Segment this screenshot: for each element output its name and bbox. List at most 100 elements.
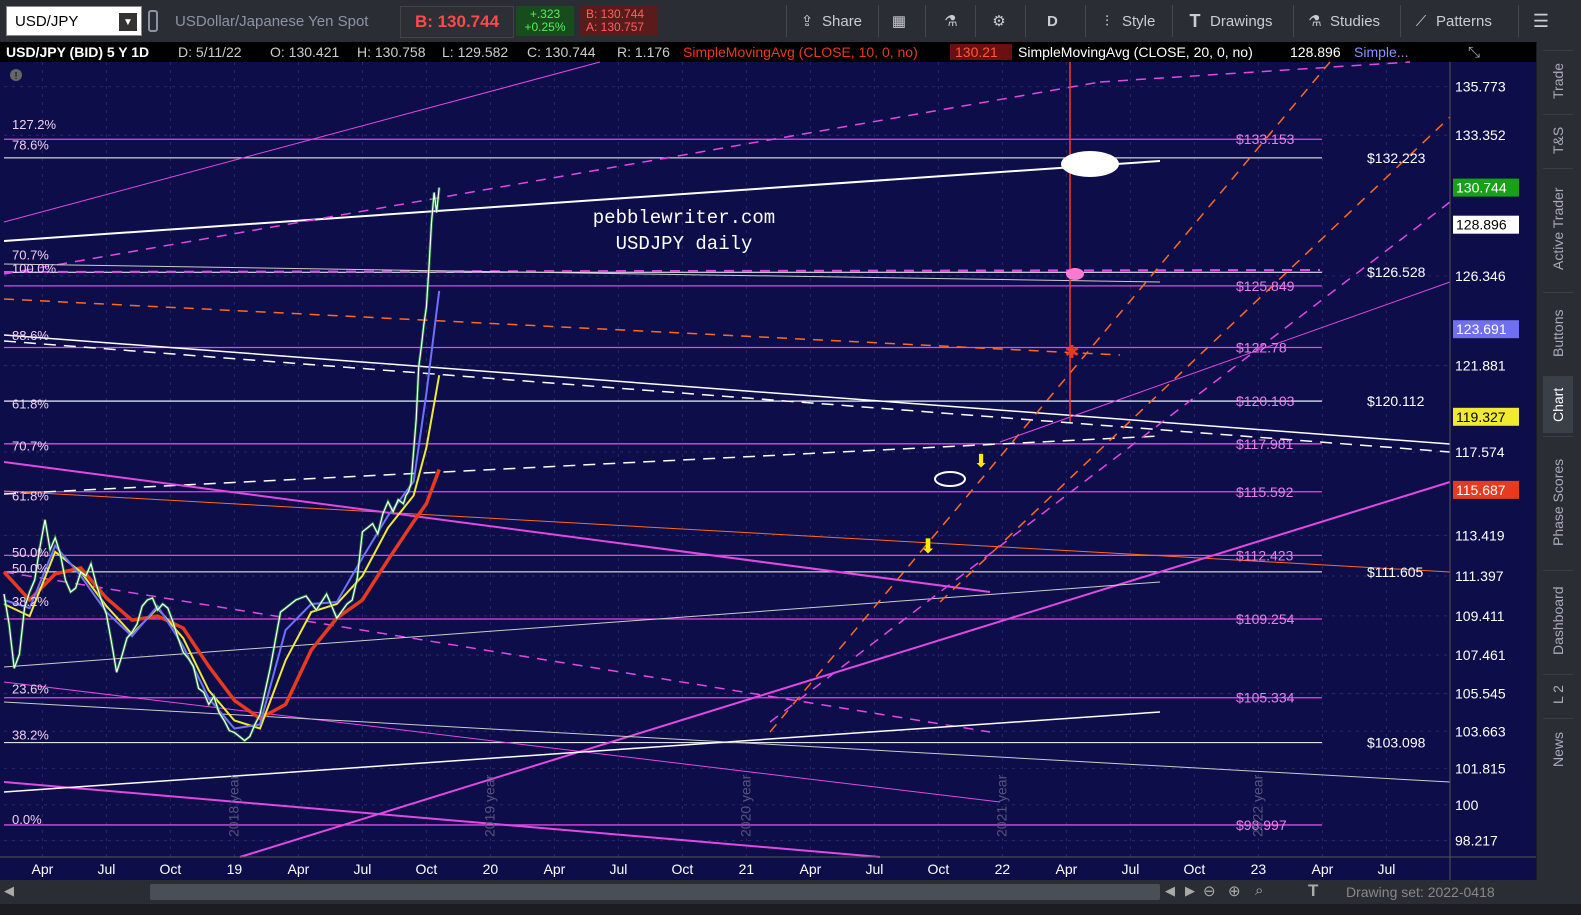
tab-news[interactable]: News	[1543, 718, 1573, 779]
fib-label: 78.6%	[12, 137, 49, 152]
x-tick-label: Apr	[1312, 861, 1334, 877]
level-label: $105.334	[1236, 690, 1295, 706]
price-chart[interactable]: $133.153 $132.223 $126.528 $125.849 $122.78 $…	[0, 42, 1536, 880]
level-label: $126.528	[1367, 264, 1426, 280]
level-label: $125.849	[1236, 278, 1295, 294]
x-tick-label: Apr	[544, 861, 566, 877]
fib-label: 61.8%	[12, 489, 49, 504]
x-tick-label: Jul	[1377, 861, 1395, 877]
x-tick-label: Apr	[32, 861, 54, 877]
more-studies-label[interactable]: Simple...	[1354, 44, 1408, 60]
drawings-button[interactable]: T Drawings	[1186, 6, 1273, 36]
tab-time-and-sales[interactable]: T&S	[1543, 114, 1573, 165]
price-badge-label: 128.896	[1456, 217, 1507, 233]
trendline	[3, 571, 991, 733]
share-button[interactable]: ⇪ Share	[798, 6, 862, 36]
x-tick-label: 22	[995, 861, 1011, 877]
white-ellipse-marker	[934, 471, 966, 487]
settings-button[interactable]: ⚙	[990, 6, 1014, 36]
scroll-thumb[interactable]	[150, 884, 1160, 900]
x-tick-label: Oct	[416, 861, 438, 877]
fib-label: 88.6%	[12, 328, 49, 343]
side-tabs: Trade T&S Active Trader Buttons Chart Ph…	[1537, 42, 1581, 880]
tab-buttons[interactable]: Buttons	[1543, 292, 1573, 373]
tab-active-trader[interactable]: Active Trader	[1543, 168, 1573, 289]
flask-button[interactable]: ⚗	[942, 6, 966, 36]
x-tick-label: Oct	[672, 861, 694, 877]
level-label: $103.098	[1367, 735, 1426, 751]
price-badge-label: 130.744	[1456, 180, 1507, 196]
year-marker: 2019 year	[481, 774, 497, 837]
y-tick-label: 111.397	[1455, 568, 1504, 584]
x-tick-label: Jul	[353, 861, 371, 877]
trendline	[3, 461, 991, 593]
style-button[interactable]: ⫶ Style	[1098, 6, 1155, 36]
x-tick-label: Oct	[160, 861, 182, 877]
zoom-out-time-icon[interactable]: ⊖	[1203, 882, 1216, 900]
grid-lines	[4, 62, 1450, 857]
chart-area[interactable]: $133.153 $132.223 $126.528 $125.849 $122.78 $…	[0, 42, 1536, 880]
trendline	[3, 61, 601, 223]
studies-button[interactable]: ⚗ Studies	[1306, 6, 1380, 36]
horizontal-scrollbar[interactable]: ◀ ◀ ▶ ⊖ ⊕ ⌕ T Drawing set: 2022-0418	[0, 880, 1581, 904]
watermark-line-2: USDJPY daily	[616, 233, 753, 255]
zoom-icon[interactable]: ⌕	[1255, 882, 1263, 899]
header-open: O: 130.421	[270, 44, 339, 60]
y-tick-label: 105.545	[1455, 685, 1506, 701]
level-label: $120.103	[1236, 393, 1295, 409]
x-tick-label: 21	[739, 861, 755, 877]
scroll-left-small-icon[interactable]: ◀	[1165, 883, 1175, 899]
drawings-label: Drawings	[1210, 12, 1273, 30]
yellow-arrow-down-icon: ⬇	[973, 451, 988, 471]
collapse-icon[interactable]: ⤡	[1468, 44, 1480, 61]
fib-label: 70.7%	[12, 438, 49, 453]
price-badge-label: 123.691	[1456, 321, 1507, 337]
tab-dashboard[interactable]: Dashboard	[1543, 570, 1573, 671]
symbol-text: USD/JPY	[15, 12, 79, 30]
level-label: $111.605	[1367, 564, 1424, 580]
tab-level-2[interactable]: L 2	[1543, 674, 1573, 715]
x-tick-label: Apr	[1056, 861, 1078, 877]
price-badge-label: 115.687	[1456, 482, 1506, 498]
change-badge: +.323 +0.25%	[516, 6, 574, 36]
y-tick-label: 121.881	[1455, 358, 1506, 374]
level-labels: $133.153 $132.223 $126.528 $125.849 $122.78 $…	[1236, 131, 1426, 833]
header-high: H: 130.758	[357, 44, 426, 60]
fib-labels: 127.2%78.6%70.7%100.0%88.6%61.8%70.7%61.…	[12, 117, 57, 827]
year-marker: 2022 year	[1249, 774, 1265, 837]
menu-button[interactable]: ☰	[1532, 6, 1556, 36]
chevron-down-icon[interactable]: ▼	[119, 13, 137, 31]
scroll-right-icon[interactable]: ▶	[1185, 883, 1195, 899]
year-marker: 2018 year	[225, 774, 241, 837]
trendline	[3, 334, 1451, 445]
x-tick-label: 23	[1251, 861, 1267, 877]
y-tick-label: 103.663	[1455, 723, 1506, 739]
yellow-arrow-down-icon: ⬇	[920, 536, 937, 558]
header-range: R: 1.176	[617, 44, 670, 60]
y-tick-label: 133.352	[1455, 127, 1506, 143]
share-icon: ⇪	[800, 13, 814, 30]
scroll-left-icon[interactable]: ◀	[4, 883, 14, 899]
share-label: Share	[822, 12, 863, 30]
drawing-text-icon[interactable]: T	[1308, 881, 1318, 901]
candle-icon: ⫶	[1105, 12, 1109, 30]
level-label: $122.78	[1236, 339, 1287, 355]
patterns-button[interactable]: ⟋ Patterns	[1412, 6, 1492, 36]
trendline	[999, 281, 1451, 443]
text-tool-icon: T	[1189, 10, 1201, 31]
fib-label: 61.8%	[12, 396, 49, 411]
x-tick-label: Apr	[288, 861, 310, 877]
link-icon[interactable]	[148, 6, 168, 36]
level-label: $109.254	[1236, 611, 1295, 627]
sma20-label: SimpleMovingAvg (CLOSE, 20, 0, no)	[1018, 44, 1253, 60]
tab-phase-scores[interactable]: Phase Scores	[1543, 436, 1573, 567]
symbol-input[interactable]: USD/JPY ▼	[6, 6, 142, 36]
tab-chart[interactable]: Chart	[1543, 376, 1573, 433]
change-percent: +0.25%	[524, 20, 566, 34]
header-low: L: 129.582	[442, 44, 508, 60]
tab-trade[interactable]: Trade	[1543, 50, 1573, 111]
aggregation-button[interactable]: D	[1047, 6, 1058, 36]
grid-settings-button[interactable]: ▦	[890, 6, 914, 36]
trendline	[3, 298, 1121, 356]
crosshair-icon[interactable]: ⊕	[1228, 882, 1241, 900]
